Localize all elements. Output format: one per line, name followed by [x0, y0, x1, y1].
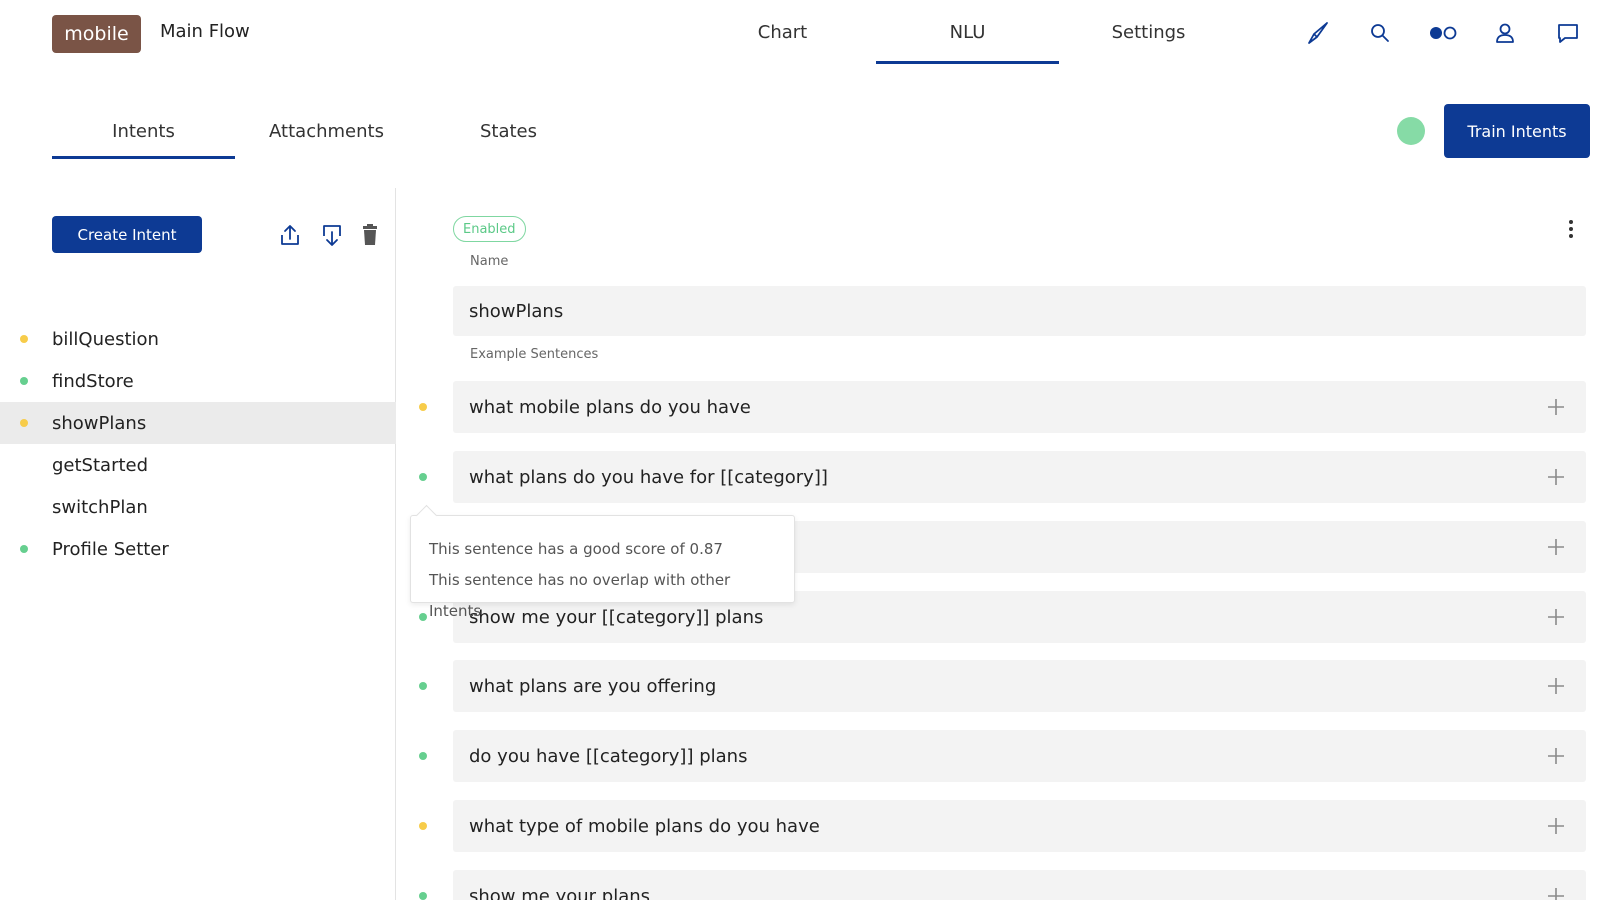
compass-needle-icon[interactable] [1304, 19, 1332, 47]
search-icon[interactable] [1366, 19, 1394, 47]
intent-name: showPlans [52, 412, 147, 434]
intent-name-input[interactable] [453, 286, 1586, 336]
sentence-input[interactable]: what plans do you have for [[category]] [453, 451, 1586, 503]
create-intent-button[interactable]: Create Intent [52, 216, 202, 253]
tooltip-overlap-text: This sentence has no overlap with other … [429, 571, 731, 620]
tab-nlu[interactable]: NLU [876, 0, 1059, 64]
intent-item-billquestion[interactable]: billQuestion [0, 318, 396, 360]
upload-icon[interactable] [277, 222, 303, 248]
flow-title[interactable]: Main Flow [160, 21, 250, 42]
intent-item-profile-setter[interactable]: Profile Setter [0, 528, 396, 570]
plus-icon[interactable] [1543, 743, 1569, 769]
sentence-row: what type of mobile plans do you have [397, 800, 1600, 852]
sentence-status-dot[interactable] [419, 613, 427, 621]
sentence-status-dot[interactable] [419, 473, 427, 481]
intent-item-getstarted[interactable]: getStarted [0, 444, 396, 486]
toggle-icon[interactable] [1427, 19, 1459, 47]
sentence-input[interactable]: what plans are you offering [453, 660, 1586, 712]
plus-icon[interactable] [1543, 464, 1569, 490]
tab-attachments[interactable]: Attachments [235, 104, 418, 159]
sentence-status-dot[interactable] [419, 822, 427, 830]
sentence-row: what plans are you offering [397, 660, 1600, 712]
sentence-row: what plans do you have for [[category]] [397, 451, 1600, 503]
intent-name: Profile Setter [52, 538, 169, 560]
enabled-badge[interactable]: Enabled [453, 216, 526, 242]
sentence-status-dot[interactable] [419, 682, 427, 690]
intent-list: billQuestion findStore showPlans getStar… [0, 318, 396, 570]
plus-icon[interactable] [1543, 813, 1569, 839]
intent-sidebar: Create Intent billQuestion findStore sho… [0, 188, 396, 900]
intent-item-switchplan[interactable]: switchPlan [0, 486, 396, 528]
sentence-score-tooltip: This sentence has a good score of 0.87 T… [410, 515, 795, 620]
plus-icon[interactable] [1543, 534, 1569, 560]
download-icon[interactable] [319, 222, 345, 248]
sentence-input[interactable]: what mobile plans do you have [453, 381, 1586, 433]
sentence-row: show me your plans [397, 870, 1600, 900]
tab-settings[interactable]: Settings [1057, 0, 1240, 64]
sentence-row: what mobile plans do you have [397, 381, 1600, 433]
sentence-input[interactable]: do you have [[category]] plans [453, 730, 1586, 782]
intent-name: findStore [52, 370, 134, 392]
plus-icon[interactable] [1543, 883, 1569, 900]
user-icon[interactable] [1491, 19, 1519, 47]
example-sentences-label: Example Sentences [470, 347, 599, 362]
intent-status-dot [20, 545, 28, 553]
sentence-input[interactable]: what type of mobile plans do you have [453, 800, 1586, 852]
name-label: Name [470, 254, 509, 269]
tab-intents[interactable]: Intents [52, 104, 235, 159]
intent-name: getStarted [52, 454, 149, 476]
tab-states[interactable]: States [417, 104, 600, 159]
more-options-icon[interactable] [1559, 216, 1583, 242]
tooltip-score-text: This sentence has a good score of 0.87 [429, 540, 723, 558]
intent-item-showplans[interactable]: showPlans [0, 402, 396, 444]
sentence-row: do you have [[category]] plans [397, 730, 1600, 782]
trash-icon[interactable] [357, 222, 383, 248]
train-intents-button[interactable]: Train Intents [1444, 104, 1590, 158]
sentence-input[interactable]: show me your plans [453, 870, 1586, 900]
training-status-indicator [1397, 117, 1425, 145]
plus-icon[interactable] [1543, 673, 1569, 699]
plus-icon[interactable] [1543, 394, 1569, 420]
intent-item-findstore[interactable]: findStore [0, 360, 396, 402]
plus-icon[interactable] [1543, 604, 1569, 630]
intent-status-dot [20, 335, 28, 343]
project-badge[interactable]: mobile [52, 15, 141, 53]
sentence-status-dot[interactable] [419, 403, 427, 411]
intent-name: billQuestion [52, 328, 159, 350]
sentence-status-dot[interactable] [419, 752, 427, 760]
sentence-status-dot[interactable] [419, 892, 427, 900]
intent-status-dot [20, 377, 28, 385]
chat-icon[interactable] [1554, 19, 1582, 47]
tab-chart[interactable]: Chart [691, 0, 874, 64]
intent-status-dot [20, 419, 28, 427]
intent-name: switchPlan [52, 496, 148, 518]
top-header: mobile Main Flow Chart NLU Settings [0, 0, 1600, 64]
